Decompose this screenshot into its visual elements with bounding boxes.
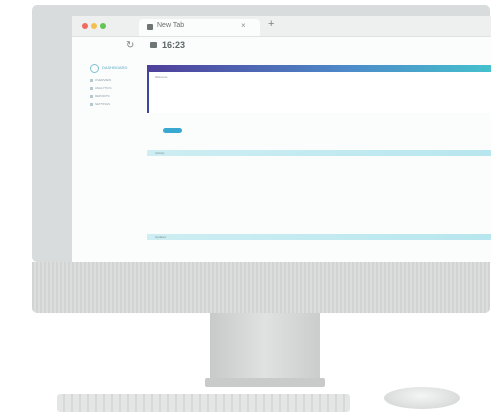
stand-base <box>205 378 325 387</box>
brand-label: DASHBOARD <box>102 65 128 70</box>
sidebar-item-settings[interactable]: SETTINGS <box>90 102 110 106</box>
mouse <box>384 387 460 409</box>
sidebar-item-label: ANALYTICS <box>95 86 112 90</box>
tab-bar: New Tab × + <box>72 16 491 37</box>
close-icon[interactable]: × <box>241 21 246 30</box>
sidebar-item-label: SETTINGS <box>95 102 111 106</box>
monitor: New Tab × + ↻ 16:23 DASHBOARD OVERVIEW A… <box>32 5 491 264</box>
browser-window: New Tab × + ↻ 16:23 DASHBOARD OVERVIEW A… <box>72 16 491 264</box>
hero-banner <box>147 65 491 72</box>
keyboard <box>57 394 350 412</box>
sidebar-item-reports[interactable]: REPORTS <box>90 94 109 98</box>
lock-icon <box>150 42 157 48</box>
section-header-activity: Activity <box>147 150 491 156</box>
card-label: Welcome <box>155 75 168 79</box>
tab-title: New Tab <box>157 22 185 29</box>
address-bar: ↻ 16:23 <box>72 37 491 57</box>
sidebar-item-label: REPORTS <box>95 94 110 98</box>
tab-new-tab[interactable]: New Tab × <box>139 19 260 36</box>
page-icon <box>147 24 153 30</box>
monitor-chin <box>32 262 490 313</box>
bullet-icon <box>90 78 93 82</box>
welcome-card: Welcome <box>147 72 491 113</box>
sidebar-item-overview[interactable]: OVERVIEW <box>90 78 111 82</box>
main-content: Welcome Activity Updates <box>147 65 491 259</box>
reload-icon[interactable]: ↻ <box>126 40 134 51</box>
section-label: Activity <box>155 151 165 155</box>
address-input[interactable]: 16:23 <box>162 40 185 50</box>
new-tab-button[interactable]: + <box>268 18 274 30</box>
monitor-stand <box>210 313 320 381</box>
sidebar-item-analytics[interactable]: ANALYTICS <box>90 86 111 90</box>
minimize-window-dot[interactable] <box>91 23 97 29</box>
section-header-updates: Updates <box>147 234 491 240</box>
bullet-icon <box>90 94 93 98</box>
sidebar-item-label: OVERVIEW <box>95 78 112 82</box>
bullet-icon <box>90 102 93 106</box>
primary-button[interactable] <box>163 128 182 133</box>
bullet-icon <box>90 86 93 90</box>
close-window-dot[interactable] <box>82 23 88 29</box>
logo-icon <box>90 64 99 73</box>
section-label: Updates <box>155 235 167 239</box>
maximize-window-dot[interactable] <box>100 23 106 29</box>
